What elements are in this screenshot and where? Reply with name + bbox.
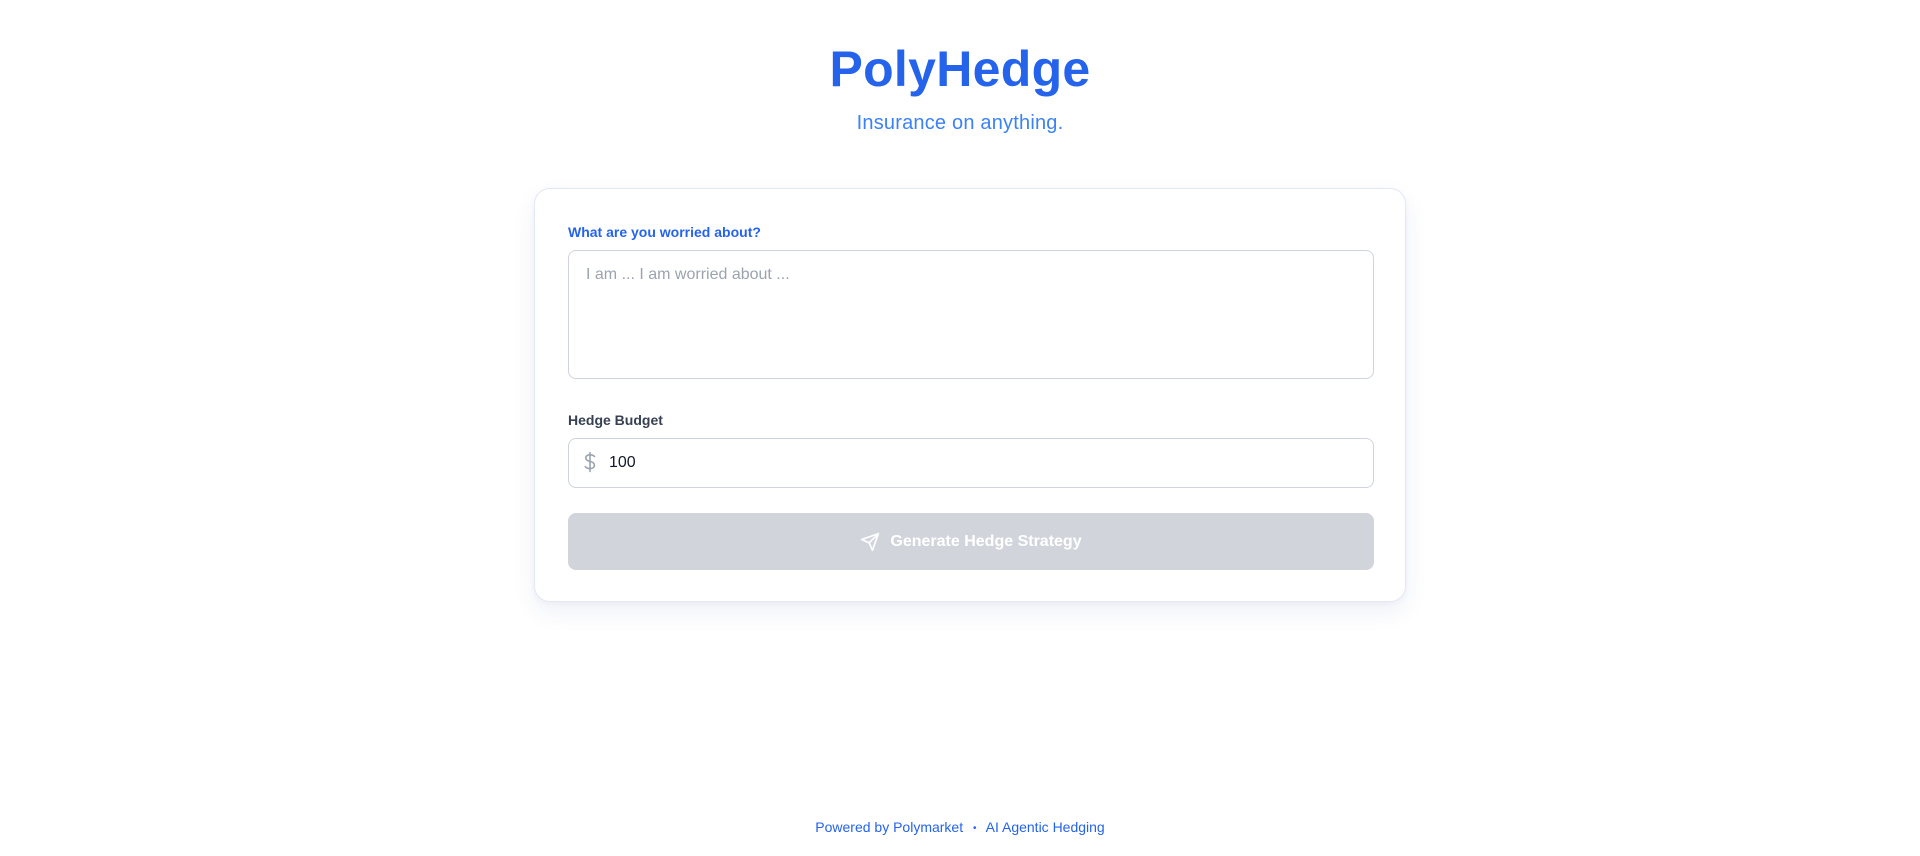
generate-button-label: Generate Hedge Strategy [890,532,1082,550]
footer-separator: • [973,823,977,834]
hedge-form-card: What are you worried about? Hedge Budget… [534,188,1406,602]
header: PolyHedge Insurance on anything. [0,38,1920,136]
page: PolyHedge Insurance on anything. What ar… [0,0,1920,856]
budget-input[interactable] [609,439,1359,487]
footer-powered-by: Powered by Polymarket [815,819,964,835]
worry-textarea[interactable] [568,250,1374,379]
footer: Powered by Polymarket • AI Agentic Hedgi… [0,818,1920,838]
worry-label: What are you worried about? [568,224,761,240]
dollar-icon [583,451,597,473]
app-subtitle: Insurance on anything. [856,112,1064,134]
budget-field[interactable] [568,438,1374,488]
generate-hedge-strategy-button[interactable]: Generate Hedge Strategy [568,513,1374,570]
footer-tagline: AI Agentic Hedging [985,819,1105,835]
send-icon [860,532,880,552]
app-title: PolyHedge [829,41,1091,97]
budget-label: Hedge Budget [568,412,663,428]
